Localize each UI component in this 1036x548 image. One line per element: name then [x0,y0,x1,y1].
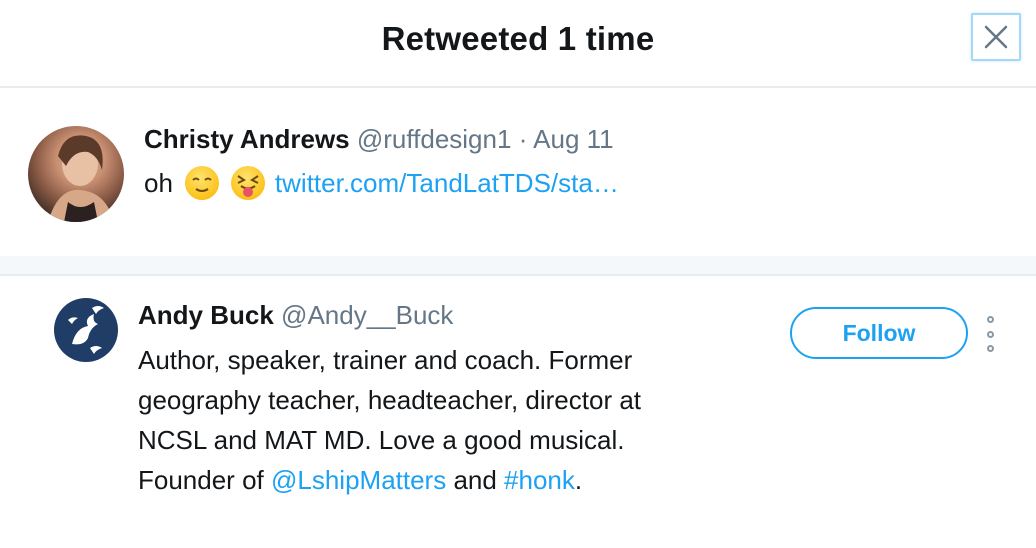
bio-mention-link[interactable]: @LshipMatters [271,465,446,495]
close-icon [984,25,1008,49]
more-dot [986,345,994,352]
avatar[interactable] [28,126,124,222]
tweet-link[interactable]: twitter.com/TandLatTDS/sta… [275,168,619,199]
bio-hashtag-link[interactable]: #honk [504,465,575,495]
retweeter-item[interactable]: Andy Buck @Andy__Buck Author, speaker, t… [0,276,1036,548]
bio-text-end: . [574,465,583,495]
author-name[interactable]: Christy Andrews [144,124,350,154]
bio-text-and: and [446,465,505,495]
tweet-text: oh twitter.com/TandLatTDS/sta… [144,166,619,200]
dialog-title: Retweeted 1 time [381,20,655,57]
avatar[interactable] [54,298,118,362]
more-dots-icon [986,316,994,323]
user-name[interactable]: Andy Buck [138,300,274,330]
user-header: Andy Buck @Andy__Buck [138,300,453,331]
user-handle[interactable]: @Andy__Buck [281,300,453,330]
avatar-photo-icon [48,135,114,222]
tongue-face-icon [230,166,265,200]
section-divider [0,256,1036,276]
author-handle[interactable]: @ruffdesign1 [357,124,512,154]
dialog-header: Retweeted 1 time [0,0,1036,88]
tweet-header: Christy Andrews @ruffdesign1 · Aug 11 [144,124,614,155]
separator-dot: · [518,124,528,154]
user-bio: Author, speaker, trainer and coach. Form… [138,340,698,500]
retweeted-tweet[interactable]: Christy Andrews @ruffdesign1 · Aug 11 oh… [0,88,1036,256]
tweet-date[interactable]: Aug 11 [533,124,613,154]
tweet-body-text: oh [144,167,173,198]
bird-logo-icon [68,306,104,354]
close-button[interactable] [971,13,1021,61]
relieved-face-icon [184,166,219,200]
more-dot [986,330,994,338]
more-options-button[interactable] [980,316,1000,352]
follow-button[interactable]: Follow [790,307,968,359]
